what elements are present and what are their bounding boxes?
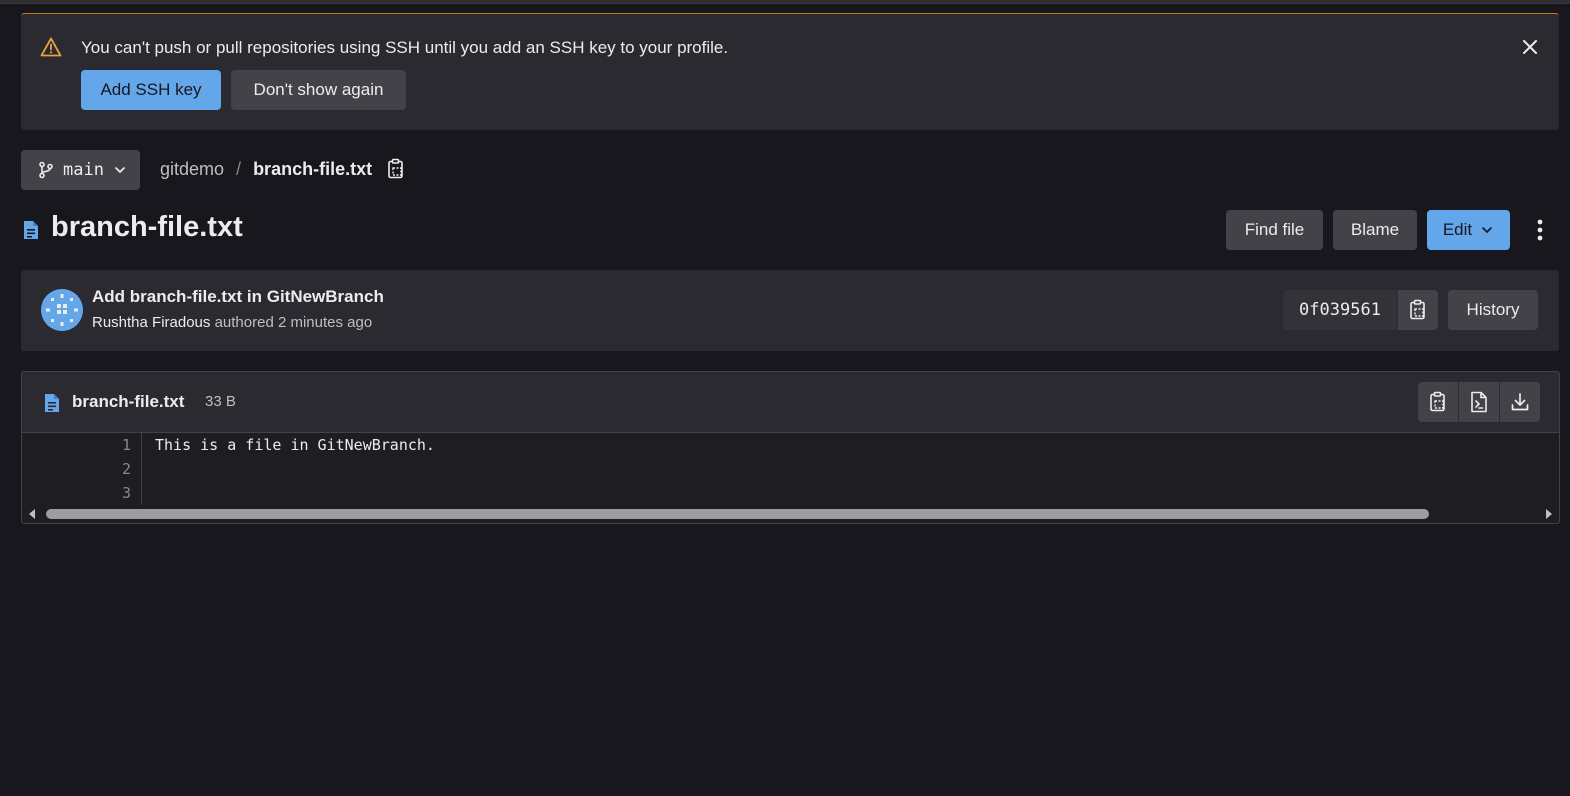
commit-author[interactable]: Rushtha Firadous <box>92 314 210 331</box>
horizontal-scrollbar[interactable] <box>22 505 1559 523</box>
file-header: branch-file.txt 33 B <box>22 372 1559 433</box>
commit-title[interactable]: Add branch-file.txt in GitNewBranch <box>92 287 384 307</box>
download-icon <box>1511 393 1529 411</box>
branch-icon <box>39 161 53 179</box>
breadcrumb: gitdemo / branch-file.txt <box>160 158 406 180</box>
commit-sha[interactable]: 0f039561 <box>1283 290 1397 330</box>
edit-label: Edit <box>1442 220 1473 239</box>
line-number[interactable]: 1 <box>122 436 131 454</box>
scroll-left-icon[interactable] <box>26 508 38 520</box>
copy-contents-button[interactable] <box>1418 382 1458 422</box>
file-icon <box>45 394 59 412</box>
chevron-down-icon <box>115 167 125 173</box>
ssh-key-alert: You can't push or pull repositories usin… <box>21 13 1559 130</box>
line-number[interactable]: 2 <box>122 460 131 478</box>
breadcrumb-project[interactable]: gitdemo <box>160 159 224 180</box>
branch-selector[interactable]: main <box>21 150 140 190</box>
chevron-down-icon <box>1482 227 1492 233</box>
code-view: 1 2 3 This is a file in GitNewBranch. <box>22 433 1559 506</box>
blame-button[interactable]: Blame <box>1333 210 1417 250</box>
copy-icon <box>1410 299 1425 320</box>
page-title: branch-file.txt <box>51 211 243 243</box>
download-button[interactable] <box>1500 382 1540 422</box>
last-commit: Add branch-file.txt in GitNewBranch Rush… <box>21 270 1559 351</box>
find-file-button[interactable]: Find file <box>1226 210 1323 250</box>
raw-file-icon <box>1471 391 1487 413</box>
history-button[interactable]: History <box>1448 290 1538 330</box>
commit-time: authored 2 minutes ago <box>214 314 373 331</box>
open-raw-button[interactable] <box>1459 382 1499 422</box>
breadcrumb-separator: / <box>236 158 242 179</box>
file-name: branch-file.txt <box>72 392 185 411</box>
add-ssh-key-button[interactable]: Add SSH key <box>81 70 221 110</box>
file-size: 33 B <box>205 393 236 410</box>
dont-show-again-button[interactable]: Don't show again <box>231 70 406 110</box>
close-icon[interactable] <box>1519 36 1541 58</box>
top-border <box>0 0 1570 4</box>
commit-sha-group: 0f039561 <box>1283 290 1438 330</box>
avatar[interactable] <box>41 289 83 331</box>
file-actions <box>1418 382 1540 422</box>
copy-icon[interactable] <box>386 158 406 180</box>
file-viewer: branch-file.txt 33 B 1 2 3 This is a fil… <box>21 371 1560 524</box>
breadcrumb-file: branch-file.txt <box>253 158 373 179</box>
kebab-icon[interactable] <box>1528 216 1552 244</box>
code-line: This is a file in GitNewBranch. <box>155 436 435 454</box>
copy-sha-button[interactable] <box>1397 290 1438 330</box>
file-icon <box>24 221 38 239</box>
scrollbar-thumb[interactable] <box>46 509 1429 519</box>
alert-message: You can't push or pull repositories usin… <box>81 38 729 57</box>
copy-icon <box>1430 391 1445 412</box>
scroll-right-icon[interactable] <box>1543 508 1555 520</box>
line-number[interactable]: 3 <box>122 484 131 502</box>
line-numbers: 1 2 3 <box>22 433 142 506</box>
edit-dropdown-button[interactable]: Edit <box>1427 210 1510 250</box>
warning-icon <box>40 37 62 57</box>
commit-meta: Rushtha Firadous authored 2 minutes ago <box>92 314 372 331</box>
branch-name: main <box>63 160 104 180</box>
